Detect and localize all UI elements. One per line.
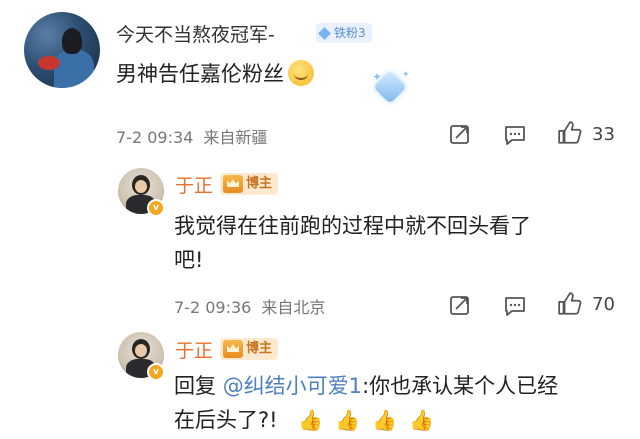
reply-text-line1: 回复 @纠结小可爱1:你也承认某个人已经 xyxy=(174,374,559,398)
sparkle-icon: ✦ xyxy=(372,70,383,84)
crown-icon xyxy=(223,340,243,358)
verified-icon: v xyxy=(147,199,165,217)
smile-emoji-icon xyxy=(288,60,314,86)
reply-text-line2: 在后头了?! 👍 👍 👍 👍 xyxy=(174,403,446,437)
verified-icon: v xyxy=(147,363,165,381)
reply-date: 7-2 09:36 xyxy=(174,298,252,317)
like-icon[interactable] xyxy=(557,291,583,317)
username[interactable]: 于正 xyxy=(175,336,213,363)
thumbs-up-emoji-icon: 👍 xyxy=(408,408,434,432)
comment-meta: 7-2 09:34 来自新疆 xyxy=(116,124,277,148)
host-badge: 博主 xyxy=(220,338,279,360)
crown-icon xyxy=(223,175,243,193)
share-icon[interactable] xyxy=(448,293,472,317)
comment-date: 7-2 09:34 xyxy=(116,128,194,147)
like-icon[interactable] xyxy=(557,120,583,146)
username[interactable]: 于正 xyxy=(175,171,213,198)
reply-text-line1: 我觉得在往前跑的过程中就不回头看了 xyxy=(174,214,531,238)
share-icon[interactable] xyxy=(448,122,472,146)
gem-icon xyxy=(318,27,331,40)
comment-icon[interactable] xyxy=(503,123,527,147)
like-count: 33 xyxy=(592,124,615,145)
reply-meta: 7-2 09:36 来自北京 xyxy=(174,294,335,318)
username[interactable]: 今天不当熬夜冠军- xyxy=(116,20,275,47)
mention-link[interactable]: @纠结小可爱1 xyxy=(223,374,362,398)
reply-location: 来自北京 xyxy=(261,298,326,317)
like-count: 70 xyxy=(592,294,615,315)
reply-text-line2: 吧! xyxy=(174,248,204,272)
thumbs-up-emoji-icon: 👍 xyxy=(372,408,397,432)
comment-icon[interactable] xyxy=(503,294,527,318)
thumbs-up-emoji-icon: 👍 xyxy=(335,408,361,432)
sparkle-icon: ✦ xyxy=(402,70,410,80)
thumbs-up-emoji-icon: 👍 xyxy=(298,408,324,432)
fan-badge: 铁粉3 xyxy=(316,23,372,43)
comment-location: 来自新疆 xyxy=(203,128,268,147)
comment-text: 男神告任嘉伦粉丝 xyxy=(116,57,314,91)
avatar[interactable] xyxy=(24,12,100,88)
host-badge: 博主 xyxy=(220,173,279,195)
